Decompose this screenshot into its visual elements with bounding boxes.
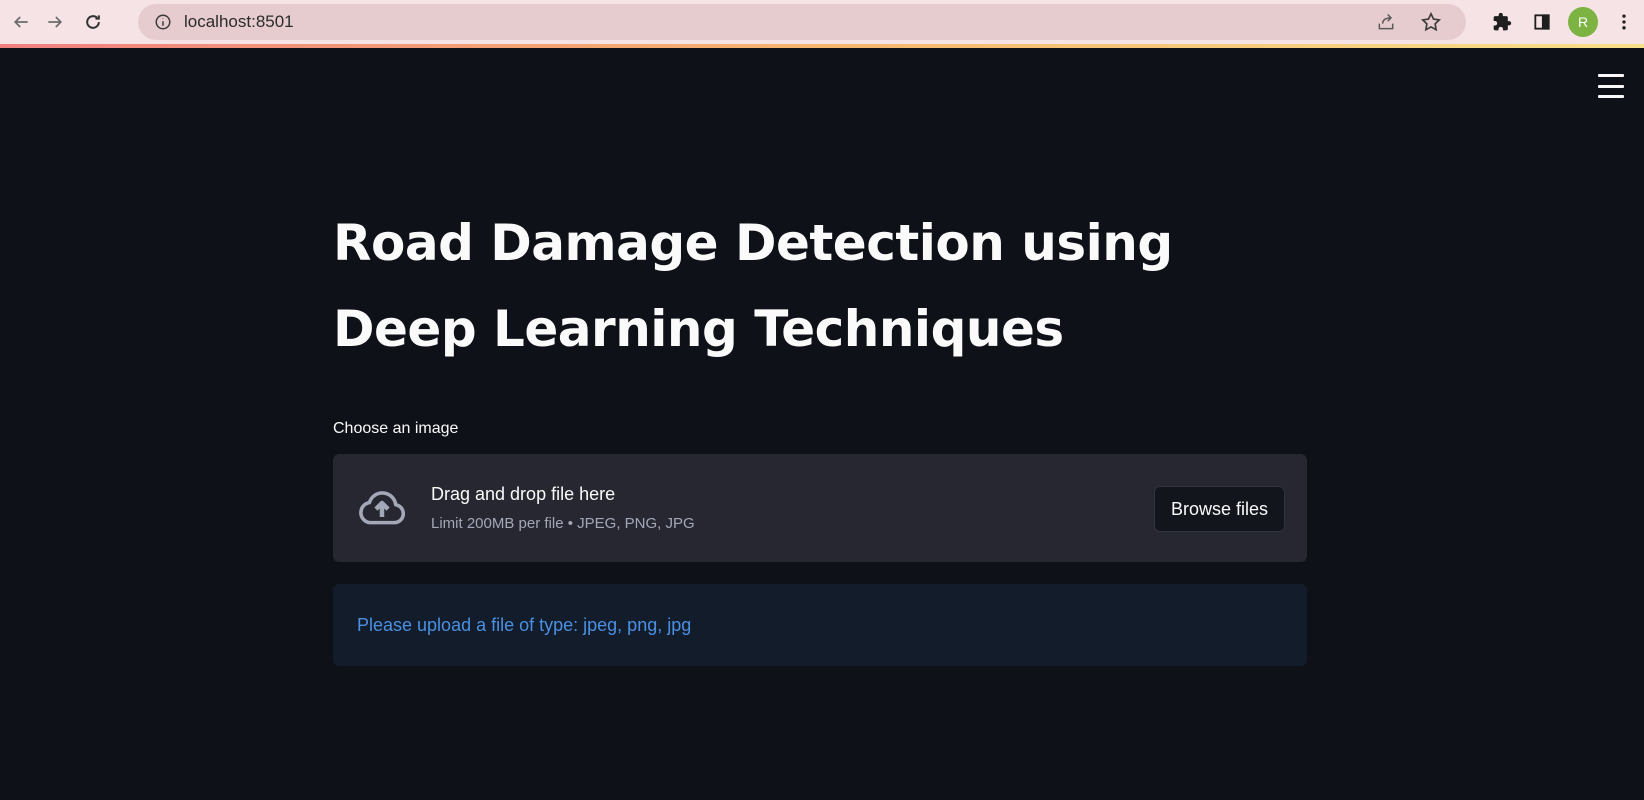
- reload-icon: [86, 15, 100, 29]
- profile-avatar[interactable]: R: [1568, 7, 1598, 37]
- forward-icon: [48, 16, 63, 28]
- info-icon[interactable]: [154, 13, 172, 31]
- app-menu-button[interactable]: [1598, 74, 1624, 98]
- dropzone-instructions: Drag and drop file here: [431, 484, 616, 504]
- side-panel-button[interactable]: [1522, 2, 1562, 42]
- browser-toolbar: localhost:8501 R: [0, 0, 1644, 44]
- url-text[interactable]: localhost:8501: [184, 12, 294, 32]
- loading-accent-bar: [0, 44, 1644, 48]
- extensions-icon: [1493, 12, 1512, 31]
- file-dropzone[interactable]: Drag and drop file here Limit 200MB per …: [333, 454, 1307, 562]
- side-panel-icon: [1534, 14, 1550, 30]
- page-title: Road Damage Detection using Deep Learnin…: [333, 214, 1173, 358]
- file-uploader-label: Choose an image: [333, 420, 459, 437]
- reload-button[interactable]: [76, 5, 110, 39]
- cloud-upload-icon: [359, 491, 406, 525]
- dropzone-text: Drag and drop file here Limit 200MB per …: [431, 484, 695, 532]
- back-button[interactable]: [4, 5, 38, 39]
- hamburger-icon-line: [1598, 74, 1624, 77]
- star-icon[interactable]: [1420, 11, 1442, 33]
- forward-button[interactable]: [38, 5, 72, 39]
- hamburger-icon-line: [1598, 84, 1624, 88]
- more-vert-icon: [1622, 14, 1626, 30]
- hamburger-icon-line: [1598, 95, 1624, 98]
- info-alert: Please upload a file of type: jpeg, png,…: [333, 584, 1307, 666]
- browser-actions: R: [1482, 0, 1644, 44]
- browser-menu-button[interactable]: [1604, 2, 1644, 42]
- share-icon[interactable]: [1376, 12, 1396, 32]
- dropzone-limit-text: Limit 200MB per file • JPEG, PNG, JPG: [431, 515, 695, 532]
- back-icon: [13, 16, 28, 28]
- main-content: Road Damage Detection using Deep Learnin…: [333, 200, 1307, 666]
- extensions-button[interactable]: [1482, 2, 1522, 42]
- browse-files-button[interactable]: Browse files: [1153, 486, 1285, 532]
- address-bar[interactable]: localhost:8501: [138, 4, 1466, 40]
